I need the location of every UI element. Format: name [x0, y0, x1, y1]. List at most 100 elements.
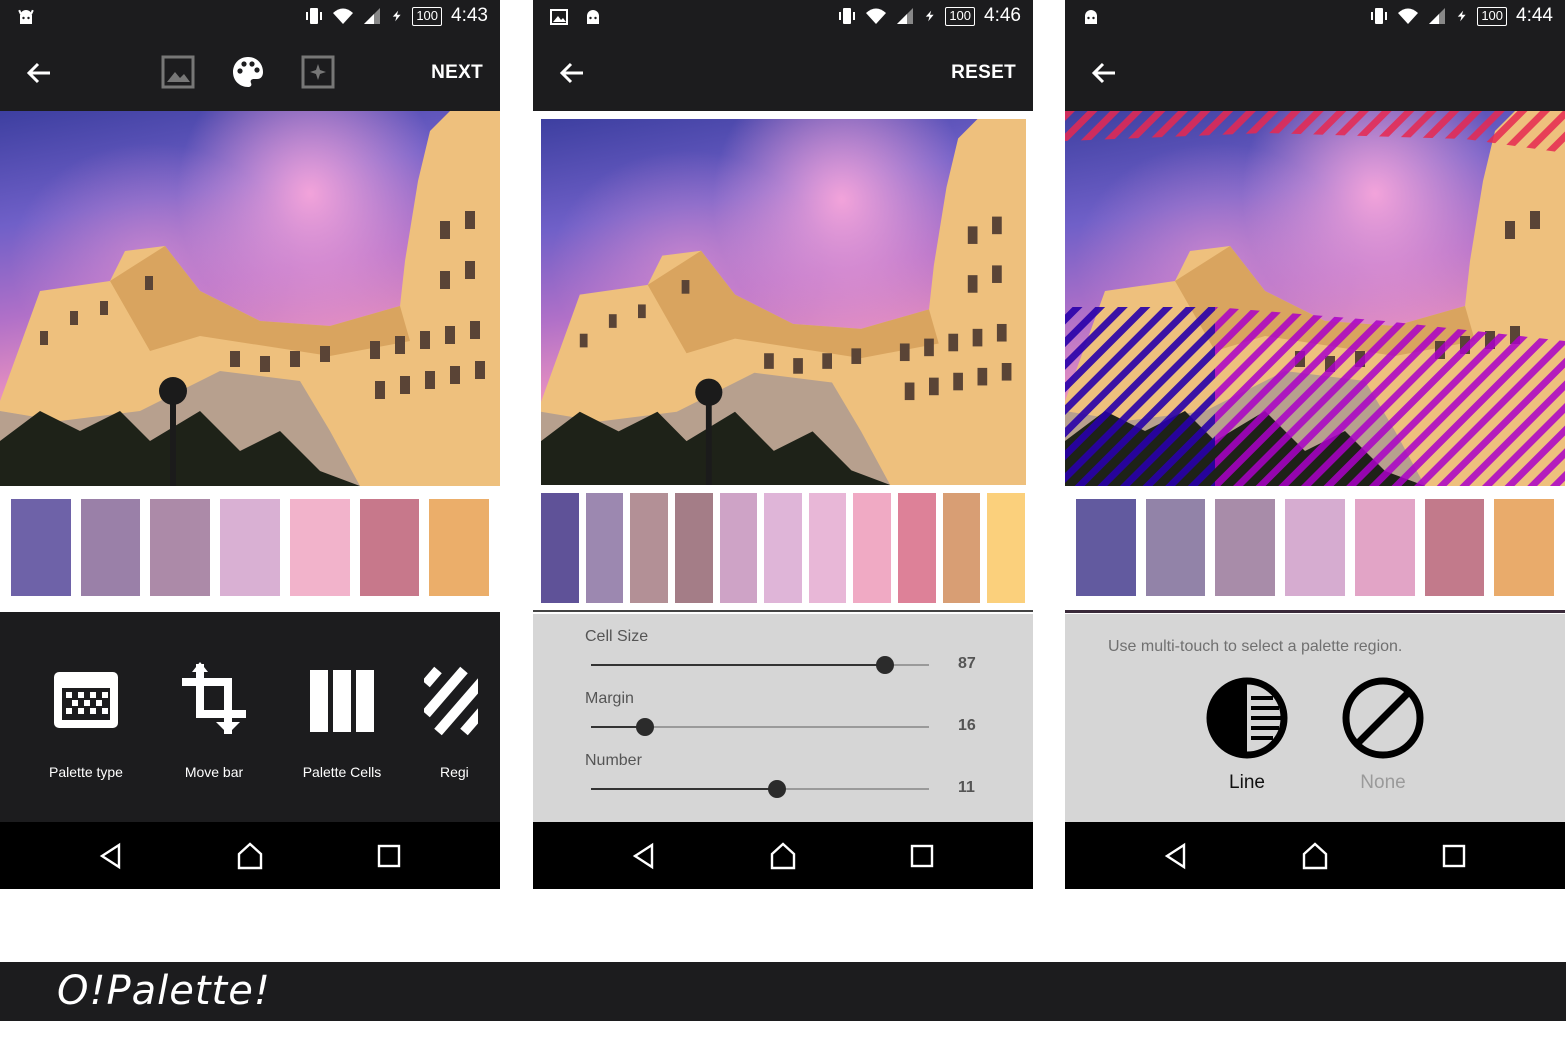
signal-icon [897, 8, 914, 24]
slider-cell-size[interactable]: Cell Size 87 [585, 628, 1005, 674]
palette-swatch[interactable] [541, 493, 579, 603]
slider-value: 11 [958, 779, 975, 796]
auto-fix-icon[interactable] [300, 54, 336, 90]
region-icon [424, 666, 478, 736]
battery-level: 100 [945, 6, 976, 26]
palette-swatch[interactable] [719, 493, 758, 603]
nav-home-icon[interactable] [769, 842, 797, 870]
palette-swatch[interactable] [11, 499, 71, 596]
palette-swatch[interactable] [1494, 499, 1555, 596]
nav-recents-icon[interactable] [908, 842, 936, 870]
palette-swatch[interactable] [764, 493, 802, 603]
palette-swatch[interactable] [1076, 499, 1136, 596]
next-button[interactable]: NEXT [431, 62, 483, 84]
nav-bar [1065, 822, 1565, 889]
screen-palette-type: 100 4:43 NEXT Palette type Move bar Pale… [0, 0, 500, 889]
slider-label: Number [585, 752, 642, 769]
palette-swatch[interactable] [1215, 499, 1276, 596]
vibrate-icon [839, 8, 856, 24]
tool-palette-type[interactable]: Palette type [31, 662, 141, 780]
nav-back-icon[interactable] [1162, 842, 1190, 870]
palette-swatch[interactable] [630, 493, 668, 603]
tools-panel: Palette type Move bar Palette Cells Regi [0, 612, 500, 822]
option-label: Line [1229, 772, 1265, 793]
palette-strip [11, 499, 490, 596]
app-name-banner: O!Palette! [0, 962, 1566, 1021]
palette-swatch[interactable] [898, 493, 936, 603]
nav-home-icon[interactable] [236, 842, 264, 870]
slider-track[interactable] [591, 718, 929, 736]
reset-button[interactable]: RESET [951, 62, 1016, 84]
palette-swatch[interactable] [585, 493, 624, 603]
palette-swatch[interactable] [1145, 499, 1206, 596]
nav-recents-icon[interactable] [375, 842, 403, 870]
android-icon [587, 10, 599, 24]
palette-swatch[interactable] [289, 499, 350, 596]
image-icon[interactable] [160, 54, 196, 90]
cells-settings-panel: Cell Size 87 Margin 16 Number 11 [533, 614, 1033, 822]
nav-recents-icon[interactable] [1440, 842, 1468, 870]
palette-swatch[interactable] [853, 493, 892, 603]
wifi-icon [866, 8, 887, 24]
palette-swatch[interactable] [808, 493, 847, 603]
source-photo[interactable] [1065, 111, 1565, 486]
battery-level: 100 [1477, 6, 1508, 26]
palette-strip [541, 493, 1026, 603]
slider-thumb[interactable] [636, 718, 654, 736]
tool-label: Palette Cells [302, 764, 382, 780]
slider-track[interactable] [591, 780, 929, 798]
tool-region[interactable]: Regi [408, 662, 478, 780]
palette-swatch[interactable] [80, 499, 141, 596]
slider-number[interactable]: Number 11 [585, 752, 1005, 798]
palette-swatch[interactable] [359, 499, 420, 596]
back-arrow-icon[interactable] [557, 58, 587, 88]
signal-icon [1429, 8, 1446, 24]
option-none[interactable]: None [1328, 676, 1438, 794]
nav-home-icon[interactable] [1301, 842, 1329, 870]
palette-type-icon [54, 672, 118, 728]
app-title: O!Palette! [57, 968, 271, 1014]
tool-palette-cells[interactable]: Palette Cells [287, 662, 397, 780]
tool-move-bar[interactable]: Move bar [159, 662, 269, 780]
nav-back-icon[interactable] [97, 842, 125, 870]
slider-thumb[interactable] [876, 656, 894, 674]
status-bar: 100 4:43 [0, 0, 500, 34]
screen-palette-cells: 100 4:46 RESET Cell Size 87 Margin 16 Nu… [533, 0, 1033, 889]
palette-cells-icon [310, 670, 374, 732]
none-icon [1342, 677, 1424, 759]
crop-icon [182, 662, 246, 734]
palette-swatch[interactable] [1424, 499, 1485, 596]
wifi-icon [333, 8, 354, 24]
android-icon [18, 9, 34, 24]
palette-swatch[interactable] [987, 493, 1026, 603]
palette-swatch[interactable] [1285, 499, 1345, 596]
region-hint: Use multi-touch to select a palette regi… [1108, 638, 1403, 655]
charging-icon [393, 10, 401, 22]
source-photo[interactable] [0, 111, 500, 486]
status-bar: 100 4:44 [1065, 0, 1565, 34]
slider-thumb[interactable] [768, 780, 786, 798]
source-photo[interactable] [541, 119, 1026, 485]
nav-bar [533, 822, 1033, 889]
tool-label: Move bar [184, 764, 244, 780]
signal-icon [364, 8, 381, 24]
slider-value: 16 [958, 717, 976, 734]
palette-swatch[interactable] [942, 493, 981, 603]
palette-swatch[interactable] [674, 493, 713, 603]
back-arrow-icon[interactable] [24, 58, 54, 88]
slider-track[interactable] [591, 656, 929, 674]
option-line[interactable]: Line [1192, 676, 1302, 794]
wifi-icon [1398, 8, 1419, 24]
status-time: 4:46 [984, 5, 1021, 26]
slider-margin[interactable]: Margin 16 [585, 690, 1005, 736]
image-notification-icon [550, 9, 568, 25]
palette-swatch[interactable] [220, 499, 280, 596]
palette-swatch[interactable] [429, 499, 490, 596]
nav-bar [0, 822, 500, 889]
palette-swatch[interactable] [1354, 499, 1415, 596]
nav-back-icon[interactable] [630, 842, 658, 870]
palette-swatch[interactable] [150, 499, 211, 596]
palette-icon[interactable] [230, 54, 266, 90]
slider-label: Margin [585, 690, 634, 707]
back-arrow-icon[interactable] [1089, 58, 1119, 88]
